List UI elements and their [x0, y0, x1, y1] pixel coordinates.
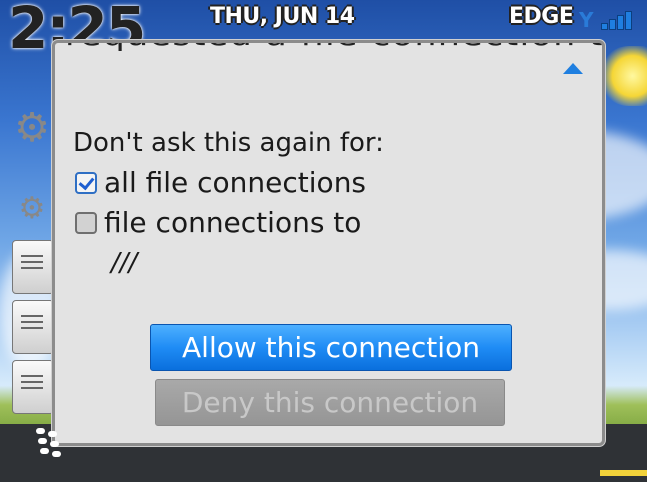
checkbox-icon[interactable] [75, 211, 97, 234]
scroll-up-arrow-icon[interactable] [563, 63, 583, 74]
launcher-icon[interactable] [36, 428, 68, 460]
option-label: file connections to [104, 206, 362, 239]
checkbox-icon[interactable] [75, 171, 97, 194]
app-icon[interactable] [12, 360, 54, 414]
options-app-icon[interactable]: ⚙ [12, 185, 52, 237]
settings-app-icon[interactable]: ⚙ [12, 104, 52, 156]
sun-icon [599, 46, 647, 106]
app-icon[interactable] [12, 300, 54, 354]
network-label: EDGE [509, 4, 574, 29]
app-icon[interactable] [12, 240, 54, 294]
dialog-prompt: Don't ask this again for: [73, 128, 384, 158]
dialog-cut-text: requested a file connection to ///. [65, 43, 602, 52]
option-all-file-connections[interactable]: all file connections [75, 166, 366, 199]
option-file-connections-to[interactable]: file connections to [75, 206, 361, 239]
connection-dialog: requested a file connection to ///. Don'… [52, 40, 605, 446]
option-label: all file connections [104, 166, 367, 199]
allow-connection-button[interactable]: Allow this connection [150, 324, 512, 371]
signal-icon: Y [579, 6, 639, 32]
connection-path: /// [111, 248, 138, 278]
date-label: THU, JUN 14 [210, 4, 355, 29]
deny-connection-button[interactable]: Deny this connection [155, 379, 505, 426]
